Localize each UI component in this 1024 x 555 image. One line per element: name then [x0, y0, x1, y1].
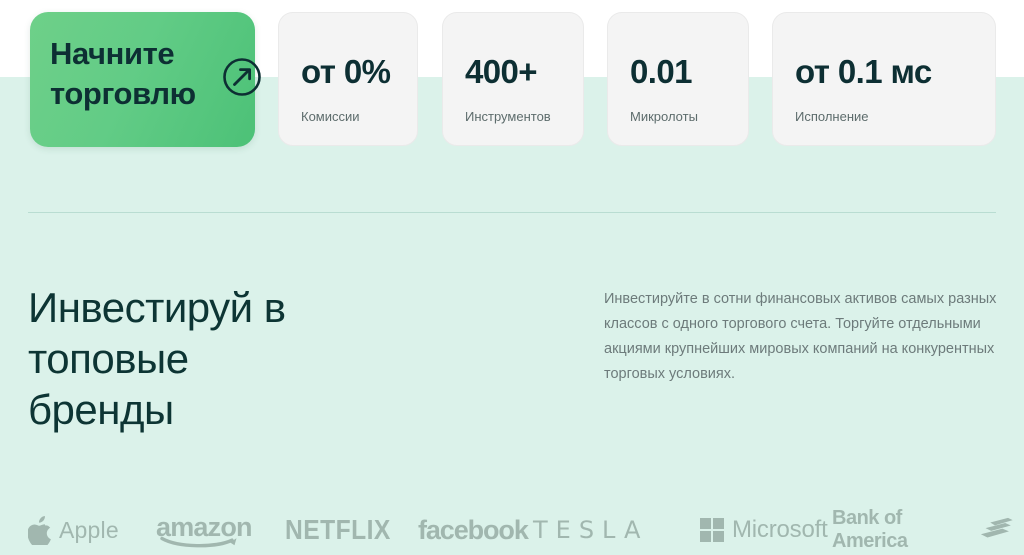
- stat-card-execution[interactable]: от 0.1 мс Исполнение: [772, 12, 996, 146]
- brand-label: Microsoft: [732, 516, 828, 543]
- content-description: Инвестируйте в сотни финансовых активов …: [604, 291, 997, 382]
- apple-logo-icon: [28, 515, 51, 545]
- section-divider: [28, 212, 996, 213]
- page-title: Инвестируй в топовые бренды: [28, 284, 286, 434]
- brand-logo-microsoft: Microsoft: [700, 505, 828, 555]
- brand-logo-apple: Apple: [28, 505, 119, 555]
- brand-label: Bank of America: [832, 507, 908, 552]
- brand-logo-facebook: facebook: [418, 505, 529, 555]
- brand-label: TESLA: [533, 516, 649, 544]
- brand-logo-bank-of-america: Bank of America: [832, 505, 1024, 555]
- microsoft-squares-icon: [700, 518, 724, 542]
- stat-card-microlots[interactable]: 0.01 Микролоты: [607, 12, 749, 146]
- stat-value: от 0%: [301, 53, 391, 90]
- brand-label: facebook: [418, 514, 529, 545]
- stat-label: Комиссии: [301, 109, 360, 124]
- brand-logo-row: Apple amazon NETFLIX facebook TESLA Micr…: [0, 505, 1024, 555]
- hero-strip: Начните торговлю от 0% Комиссии 400+ Инс…: [0, 0, 1024, 158]
- stat-label: Инструментов: [465, 109, 551, 124]
- stat-card-instruments[interactable]: 400+ Инструментов: [442, 12, 584, 146]
- cta-label: Начните торговлю: [50, 36, 196, 111]
- stat-value: 400+: [465, 53, 538, 90]
- brand-logo-tesla: TESLA: [533, 505, 648, 555]
- amazon-smile-icon: [160, 536, 237, 548]
- stat-label: Исполнение: [795, 109, 869, 124]
- stat-card-commissions[interactable]: от 0% Комиссии: [278, 12, 418, 146]
- arrow-up-right-circle-icon: [223, 58, 261, 96]
- start-trading-cta-button[interactable]: Начните торговлю: [30, 12, 261, 147]
- brand-label: NETFLIX: [285, 514, 391, 545]
- stat-value: 0.01: [630, 53, 692, 90]
- bank-of-america-flag-icon: [980, 517, 1013, 538]
- stat-label: Микролоты: [630, 109, 698, 124]
- brand-logo-amazon: amazon: [156, 505, 253, 555]
- brand-label: Apple: [59, 516, 119, 543]
- stat-value: от 0.1 мс: [795, 53, 932, 90]
- landing-page-hero-section: Начните торговлю от 0% Комиссии 400+ Инс…: [0, 0, 1024, 555]
- brand-logo-netflix: NETFLIX: [285, 505, 405, 555]
